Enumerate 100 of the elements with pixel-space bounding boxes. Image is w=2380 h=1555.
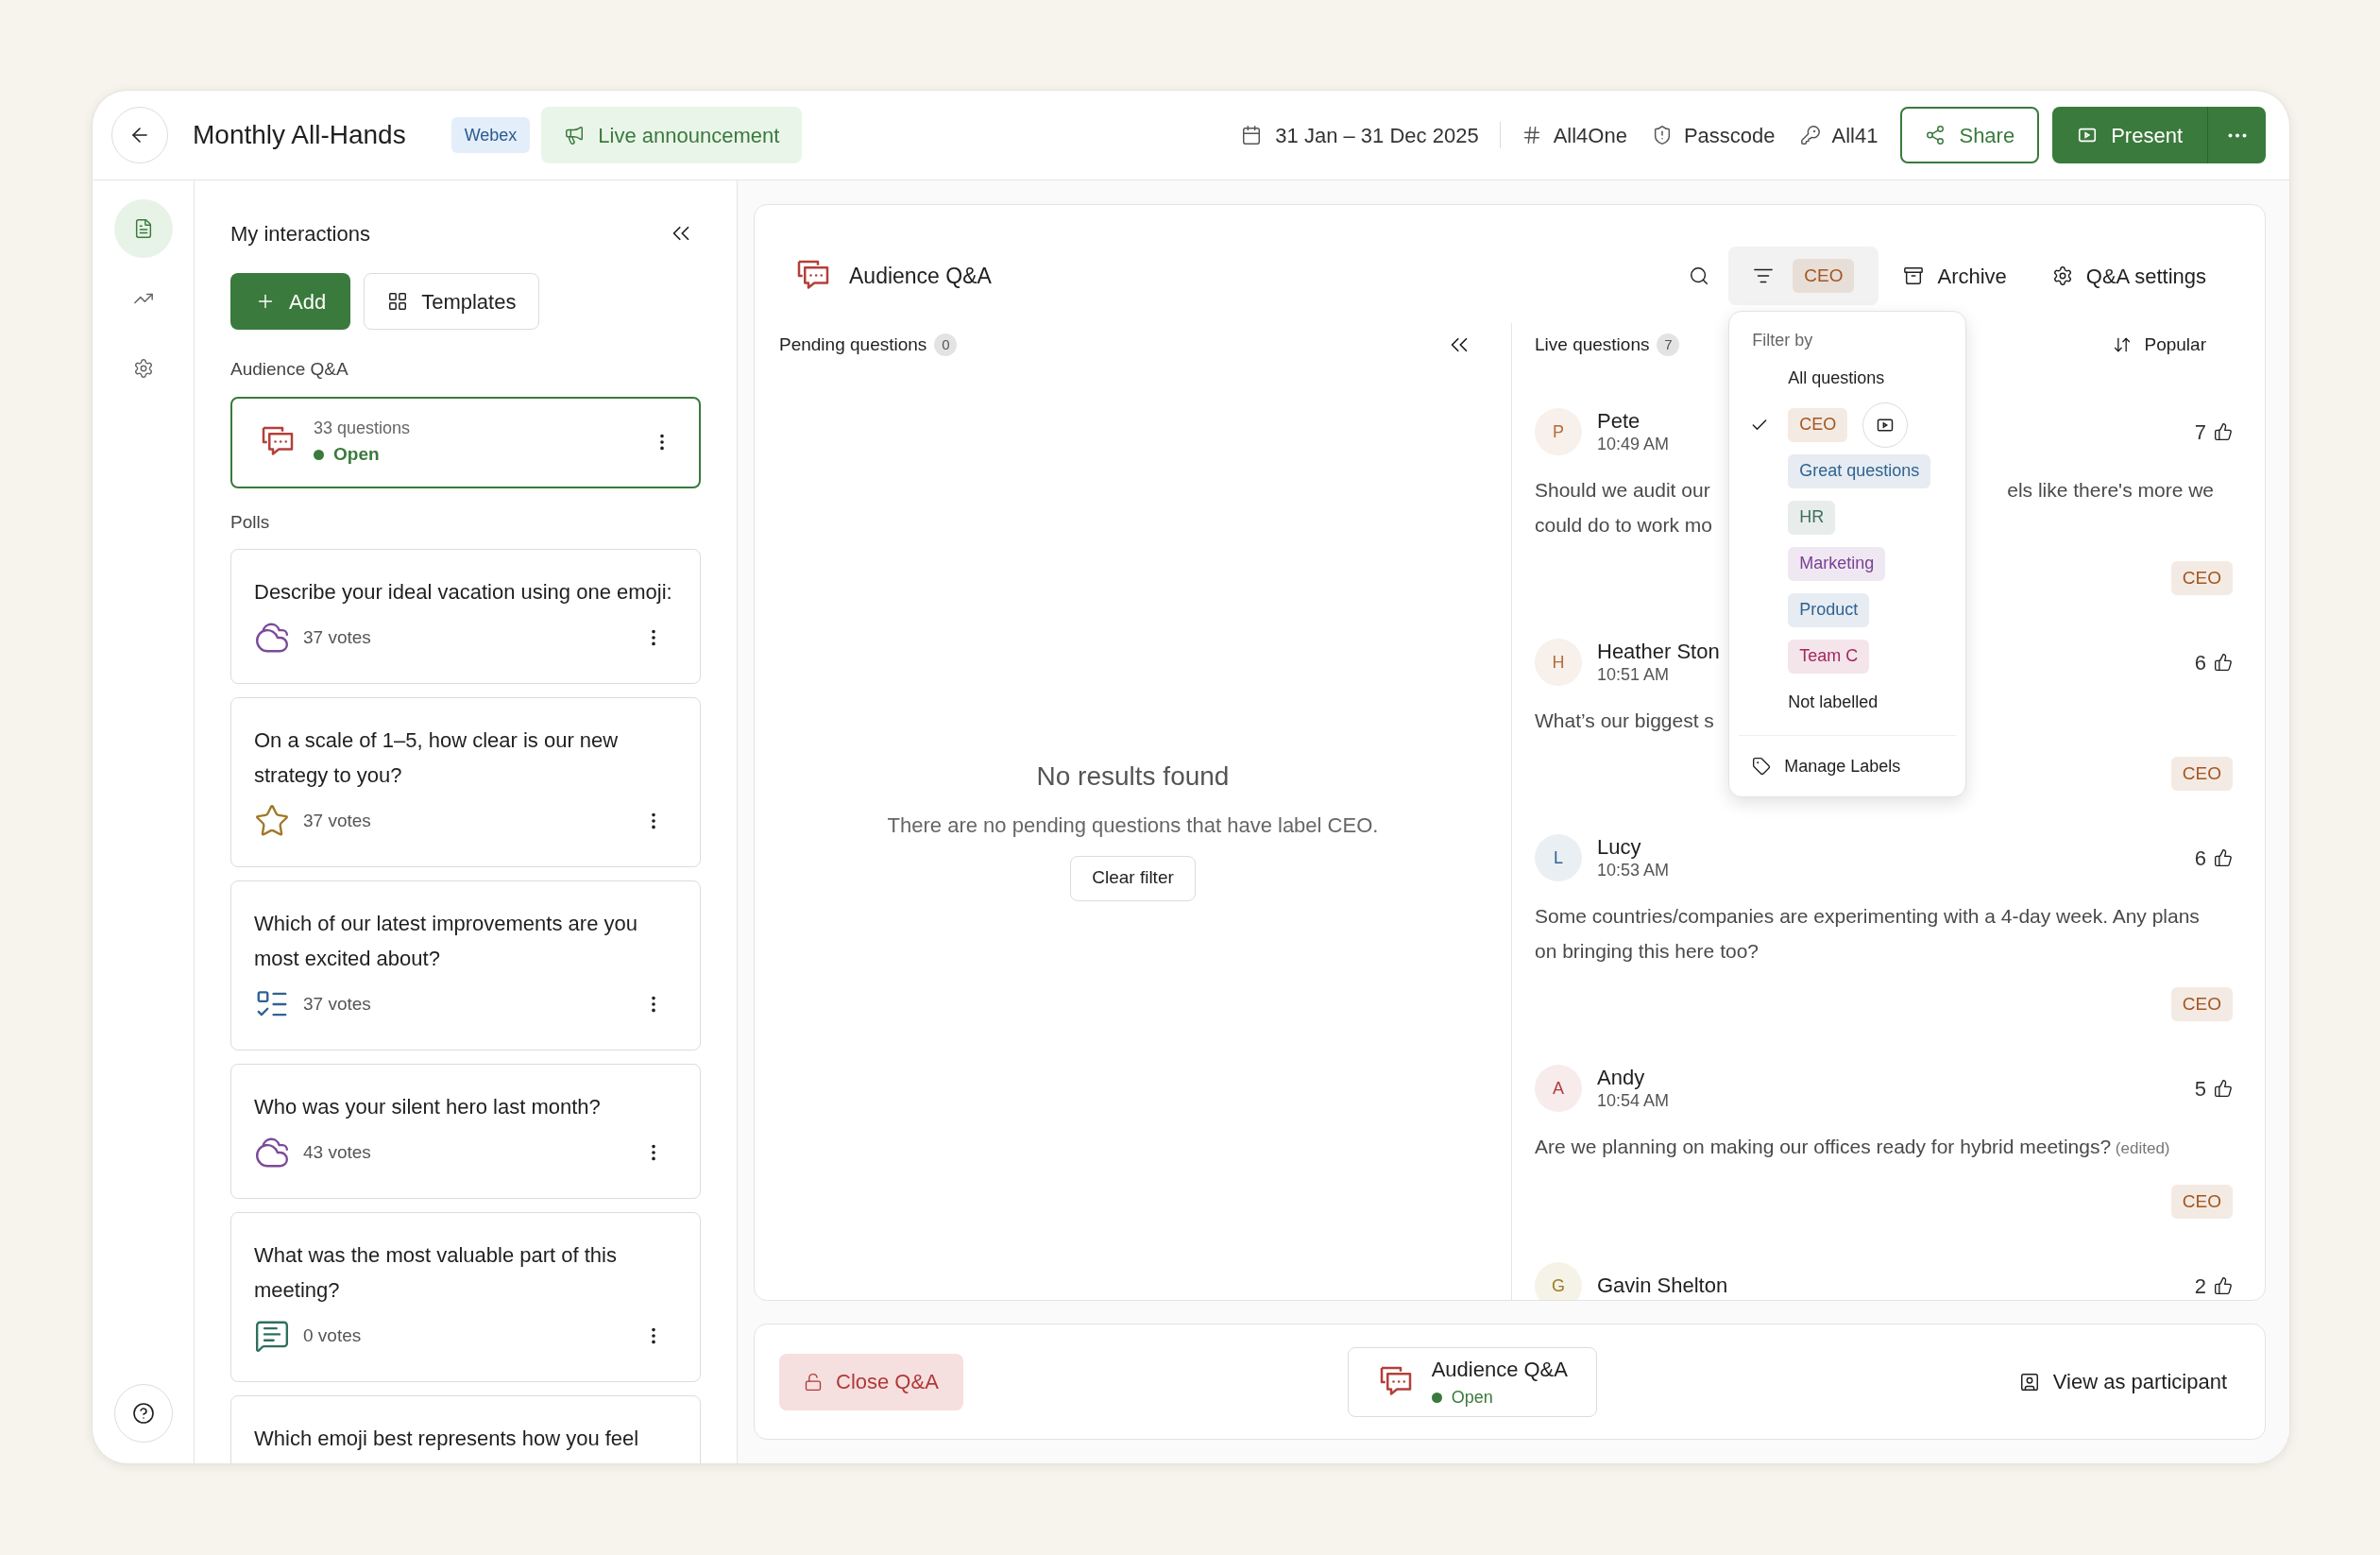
more-icon [2227,132,2247,138]
menu-row[interactable]: HR [1729,494,1966,540]
close-qa-button[interactable]: Close Q&A [779,1353,963,1410]
status-text: Open [1451,1386,1493,1409]
templates-button[interactable]: Templates [364,273,540,330]
announcement-button[interactable]: Live announcement [541,107,803,163]
archive-button[interactable]: Archive [1903,260,2007,292]
date-range: 31 Jan – 31 Dec 2025 [1275,122,1479,149]
settings-icon[interactable] [132,358,154,379]
label-tag: CEO [1793,259,1855,293]
vote-count: 2 [2194,1273,2206,1300]
share-button[interactable]: Share [1900,107,2040,163]
poll-question: What was the most valuable part of this meeting? [254,1242,618,1304]
sort-button[interactable]: Popular [2112,331,2206,359]
menu-row[interactable]: All questions [1729,355,1966,402]
settings-icon [2051,265,2073,286]
add-button[interactable]: Add [230,273,351,330]
question-text: could do to work mo [1535,512,1712,538]
avatar: L [1535,834,1582,881]
megaphone-icon [564,125,586,145]
author-name: Heather Ston [1597,640,1720,664]
poll-question: On a scale of 1–5, how clear is our new strategy to you? [254,727,620,789]
thumbs-up-icon[interactable] [2214,422,2233,441]
vote-count: 37 votes [303,809,372,832]
status-text: Open [333,443,380,467]
calendar-icon [1241,125,1263,145]
qa-settings-button[interactable]: Q&A settings [2051,260,2206,292]
filter-option[interactable]: Great questions [1788,453,1931,488]
unlock-icon [804,1372,823,1392]
panel-title: Audience Q&A [849,262,992,290]
question-text: els like there's more we [2007,477,2214,503]
thumbs-up-icon[interactable] [2214,1276,2233,1295]
section-heading: Polls [230,510,271,534]
author-name: Lucy [1597,835,1642,860]
section-heading: Audience Q&A [230,358,349,381]
qa-status-card[interactable]: Audience Q&A Open [1347,1346,1597,1417]
filter-button[interactable]: CEO [1728,247,1879,305]
author-name: Andy [1597,1066,1646,1090]
label-tag: CEO [2170,757,2233,791]
card-title: Audience Q&A [1431,1356,1568,1383]
menu-row[interactable]: Not labelled [1729,679,1966,726]
poll-card[interactable]: Describe your ideal vacation using one emoji: 37 votes [230,549,701,684]
thumbs-up-icon[interactable] [2214,1079,2233,1098]
search-icon[interactable] [1689,265,1710,286]
question-time: 10:53 AM [1597,860,1670,880]
qa-card[interactable]: 33 questions Open [230,396,701,488]
filter-option[interactable]: Not labelled [1788,690,1878,715]
author-name: Pete [1597,409,1641,434]
platform-badge: Webex [450,117,531,153]
help-icon [131,1402,155,1425]
thumbs-up-icon[interactable] [2214,653,2233,672]
column-title: Pending questions [779,333,927,356]
menu-heading: Filter by [1751,329,1814,351]
filter-option[interactable]: Marketing [1788,546,1886,581]
poll-card[interactable]: Which of our latest improvements are you most excited about? 37 votes [230,880,701,1051]
grid-icon [387,291,409,312]
tag-icon [1752,757,1772,776]
poll-question: Which of our latest improvements are you most excited about? [254,911,638,972]
question-time: 10:49 AM [1597,434,1670,454]
poll-card[interactable]: Who was your silent hero last month? 43 votes [230,1064,701,1199]
present-button[interactable]: Present [2052,107,2207,163]
filter-option[interactable]: Team C [1788,639,1870,674]
event-title: Monthly All-Hands [193,119,406,151]
menu-row[interactable]: Great questions [1729,448,1966,494]
filter-option[interactable]: Product [1788,592,1870,627]
label-tag: CEO [2170,987,2233,1021]
vote-count: 6 [2194,649,2206,676]
question-text: Are we planning on making our offices ready for hybrid meetings? (edited) [1535,1135,2171,1159]
menu-row[interactable]: Marketing [1729,540,1966,587]
question-text: Should we audit our [1535,477,1710,503]
filter-option[interactable]: All questions [1788,366,1885,391]
view-as-participant-button[interactable]: View as participant [2018,1366,2227,1397]
menu-row[interactable]: CEO [1729,402,1966,448]
manage-labels-button[interactable]: Manage Labels [1729,745,1924,787]
passcode-value: All41 [1831,122,1878,149]
vote-count: 5 [2194,1075,2206,1102]
menu-row[interactable]: Team C [1729,633,1966,679]
menu-row[interactable]: Product [1729,587,1966,633]
vote-count: 43 votes [303,1140,372,1164]
vote-count: 0 votes [303,1324,363,1347]
question-time: 10:51 AM [1597,664,1671,685]
event-code: All4One [1553,122,1627,149]
question-text: Some countries/companies are experimenting with a 4-day week. Any plans on bringing this here too? [1535,904,2201,964]
filter-option[interactable]: HR [1788,500,1836,535]
archive-icon [1903,265,1925,286]
thumbs-up-icon[interactable] [2214,848,2233,867]
passcode-label: Passcode [1683,122,1776,149]
empty-title: No results found [1036,760,1230,793]
clear-filter-button[interactable]: Clear filter [1070,855,1196,901]
vote-count: 37 votes [303,625,372,649]
count-badge: 7 [1657,333,1680,356]
poll-card[interactable]: On a scale of 1–5, how clear is our new strategy to you? 37 votes [230,697,701,867]
label-tag: CEO [2170,1185,2233,1219]
question-time: 10:54 AM [1597,1090,1670,1111]
user-square-icon [2018,1371,2040,1393]
poll-card[interactable]: Which emoji best represents how you feel [230,1395,701,1463]
poll-card[interactable]: What was the most valuable part of this meeting? 0 votes [230,1212,701,1382]
filter-option[interactable]: CEO [1788,407,1848,442]
avatar: G [1535,1262,1582,1300]
question-count: 33 questions [314,418,412,440]
